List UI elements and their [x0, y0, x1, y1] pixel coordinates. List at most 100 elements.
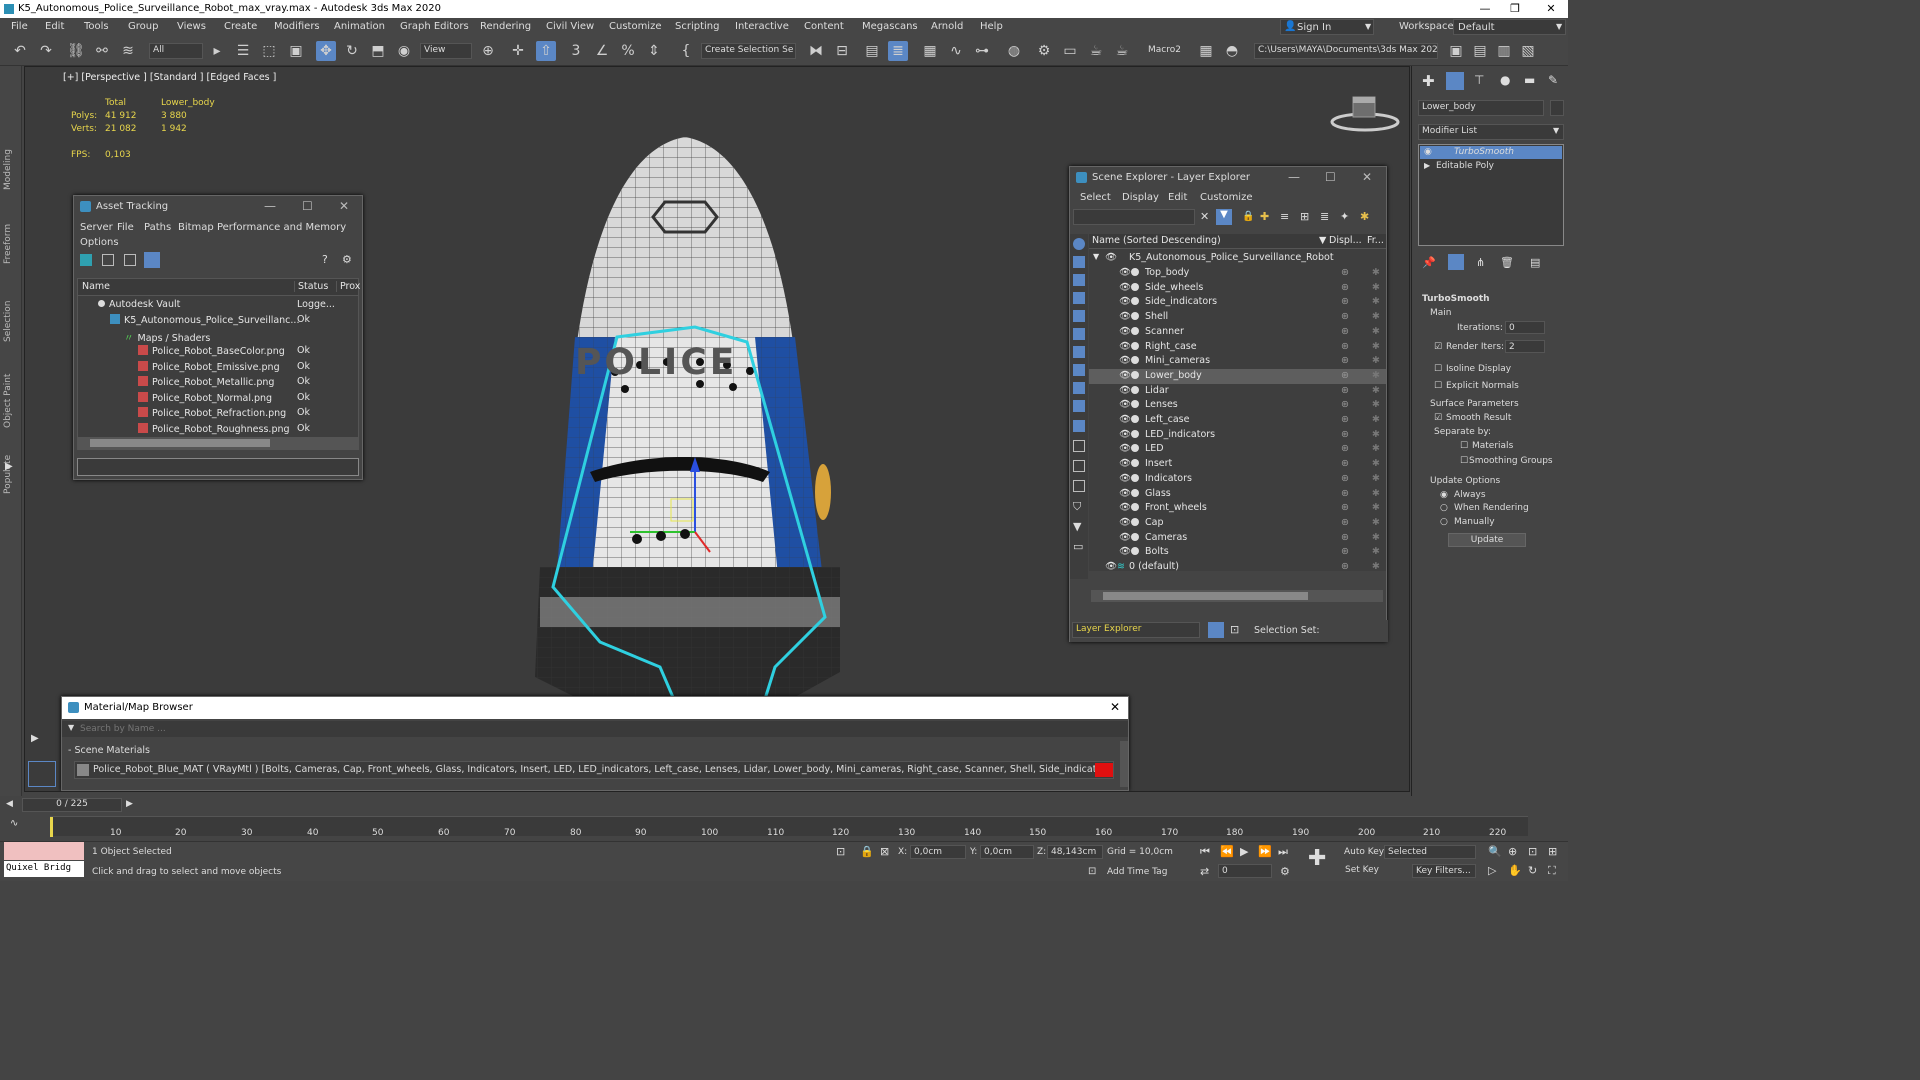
- tree-row-led-indicators[interactable]: 👁 LED_indicators ⊛ ✱: [1089, 428, 1386, 443]
- table-row[interactable]: Police_Robot_Metallic.png Ok: [78, 375, 358, 390]
- eye-icon[interactable]: 👁: [1119, 385, 1131, 396]
- place-icon[interactable]: ◉: [394, 41, 414, 61]
- menu-help[interactable]: Help: [980, 21, 1003, 32]
- toggle-layer-explorer-icon[interactable]: ≣: [888, 41, 908, 61]
- unlink-icon[interactable]: ⚯: [92, 41, 112, 61]
- freeze-toggle-icon[interactable]: ✱: [1372, 296, 1380, 307]
- menu-rendering[interactable]: Rendering: [480, 21, 531, 32]
- tree-row-lower-body[interactable]: 👁 Lower_body ⊛ ✱: [1089, 368, 1386, 384]
- display-toggle-icon[interactable]: ⊛: [1341, 385, 1349, 396]
- render-iters-checkbox[interactable]: ☑: [1434, 342, 1442, 352]
- zoom-icon[interactable]: 🔍: [1488, 845, 1502, 858]
- remove-modifier-icon[interactable]: 🗑: [1500, 256, 1514, 269]
- table-row[interactable]: 〃 Maps / Shaders: [78, 329, 358, 344]
- make-unique-icon[interactable]: ⋔: [1476, 256, 1485, 269]
- minimize-icon[interactable]: —: [264, 199, 276, 213]
- project-settings-icon[interactable]: ▧: [1518, 41, 1538, 61]
- select-object-icon[interactable]: ▸: [207, 41, 227, 61]
- layer-explorer-icon[interactable]: [1208, 622, 1224, 638]
- freeze-toggle-icon[interactable]: ✱: [1372, 502, 1380, 513]
- freeze-toggle-icon[interactable]: ✱: [1372, 399, 1380, 410]
- maximize-icon[interactable]: ☐: [1325, 170, 1336, 184]
- freeze-toggle-icon[interactable]: ✱: [1372, 282, 1380, 293]
- move-icon[interactable]: ✥: [316, 41, 336, 61]
- eye-icon[interactable]: 👁: [1105, 252, 1117, 263]
- tree-row-led[interactable]: 👁 LED ⊛ ✱: [1089, 442, 1386, 457]
- detail-view-icon[interactable]: [124, 254, 136, 266]
- robot-model[interactable]: [495, 127, 875, 737]
- display-toggle-icon[interactable]: ⊛: [1341, 473, 1349, 484]
- menu-views[interactable]: Views: [177, 21, 206, 32]
- freeze-toggle-icon[interactable]: ✱: [1372, 311, 1380, 322]
- select-by-name-icon[interactable]: ☰: [233, 41, 253, 61]
- absolute-mode-icon[interactable]: ⊠: [880, 845, 889, 858]
- default-layer-row[interactable]: 👁 ≋ 0 (default) ⊛ ✱: [1089, 560, 1386, 575]
- time-slider[interactable]: 0 / 225: [22, 798, 122, 812]
- helper-filter-icon[interactable]: [1073, 310, 1085, 322]
- zoom-extents-icon[interactable]: ⊡: [1528, 845, 1537, 858]
- display-toggle-icon[interactable]: ⊛: [1341, 429, 1349, 440]
- undo-icon[interactable]: ↶: [10, 41, 30, 61]
- eye-icon[interactable]: ◉: [1424, 147, 1432, 157]
- tree-row-side-indicators[interactable]: 👁 Side_indicators ⊛ ✱: [1089, 295, 1386, 310]
- key-filter-dropdown[interactable]: Selected: [1384, 845, 1476, 859]
- perspective-viewport[interactable]: [+] [Perspective ] [Standard ] [Edged Fa…: [24, 66, 1410, 792]
- freeze-toggle-icon[interactable]: ✱: [1372, 561, 1380, 572]
- x-coord-field[interactable]: 0,0cm: [910, 845, 966, 859]
- menu-customize[interactable]: Customize: [609, 21, 662, 32]
- play-icon[interactable]: ▶: [1240, 845, 1248, 858]
- smoothing-groups-checkbox[interactable]: ☐: [1460, 456, 1468, 466]
- table-row[interactable]: Police_Robot_Refraction.png Ok: [78, 406, 358, 421]
- tab-modeling[interactable]: Modeling: [3, 149, 13, 190]
- sync-icon[interactable]: ✱: [1360, 210, 1369, 223]
- menu-edit[interactable]: Edit: [1168, 192, 1187, 203]
- display-toggle-icon[interactable]: ⊛: [1341, 370, 1349, 381]
- tree-row-lenses[interactable]: 👁 Lenses ⊛ ✱: [1089, 398, 1386, 413]
- menu-select[interactable]: Select: [1080, 192, 1111, 203]
- menu-group[interactable]: Group: [128, 21, 158, 32]
- eye-icon[interactable]: 👁: [1119, 341, 1131, 352]
- table-view-icon[interactable]: [144, 252, 160, 268]
- layers-icon[interactable]: ≡: [1280, 210, 1289, 223]
- eye-icon[interactable]: 👁: [1119, 502, 1131, 513]
- when-rendering-radio[interactable]: ○: [1440, 503, 1448, 513]
- object-name-field[interactable]: Lower_body: [1418, 100, 1544, 116]
- eye-icon[interactable]: 👁: [1119, 267, 1131, 278]
- project-folder-icon[interactable]: ▣: [1446, 41, 1466, 61]
- shape-filter-icon[interactable]: [1073, 256, 1085, 268]
- goto-start-icon[interactable]: ⏮: [1200, 845, 1210, 859]
- refresh-icon[interactable]: [80, 254, 92, 266]
- tree-row-bolts[interactable]: 👁 Bolts ⊛ ✱: [1089, 545, 1386, 560]
- modifier-list-dropdown[interactable]: Modifier List ▼: [1418, 124, 1564, 140]
- scene-materials-header[interactable]: - Scene Materials: [68, 745, 150, 756]
- display-toggle-icon[interactable]: ⊛: [1341, 355, 1349, 366]
- bind-spacewarp-icon[interactable]: ≋: [118, 41, 138, 61]
- list-view-icon[interactable]: [102, 254, 114, 266]
- column-display[interactable]: Displ...: [1329, 235, 1362, 246]
- eye-icon[interactable]: 👁: [1119, 517, 1131, 528]
- always-radio[interactable]: ◉: [1440, 490, 1448, 500]
- help-icon[interactable]: ?: [322, 253, 328, 266]
- tree-row-glass[interactable]: 👁 Glass ⊛ ✱: [1089, 487, 1386, 502]
- display-toggle-icon[interactable]: ⊛: [1341, 267, 1349, 278]
- eye-icon[interactable]: 👁: [1119, 399, 1131, 410]
- zoom-all-icon[interactable]: ⊕: [1508, 845, 1517, 858]
- next-frame-icon[interactable]: ▶: [126, 799, 133, 809]
- iterations-spinner[interactable]: 0: [1505, 321, 1545, 334]
- freeze-toggle-icon[interactable]: ✱: [1372, 458, 1380, 469]
- freeze-toggle-icon[interactable]: ✱: [1372, 385, 1380, 396]
- eye-icon[interactable]: 👁: [1119, 370, 1131, 381]
- redo-icon[interactable]: ↷: [36, 41, 56, 61]
- menu-tools[interactable]: Tools: [84, 21, 109, 32]
- vertical-scrollbar[interactable]: [1120, 741, 1128, 787]
- menu-interactive[interactable]: Interactive: [735, 21, 789, 32]
- display-toggle-icon[interactable]: ⊛: [1341, 546, 1349, 557]
- zoom-extents-all-icon[interactable]: ⊞: [1548, 845, 1557, 858]
- selection-lock-icon[interactable]: 🔒: [860, 845, 874, 858]
- mirror-icon[interactable]: ⧓: [806, 41, 826, 61]
- stack-item-editable-poly[interactable]: ▶ Editable Poly: [1420, 160, 1562, 173]
- display-tab-icon[interactable]: ▬: [1524, 73, 1535, 87]
- set-key-big-icon[interactable]: ✚: [1308, 846, 1326, 871]
- close-icon[interactable]: ✕: [1362, 170, 1372, 184]
- align-icon[interactable]: ⊟: [832, 41, 852, 61]
